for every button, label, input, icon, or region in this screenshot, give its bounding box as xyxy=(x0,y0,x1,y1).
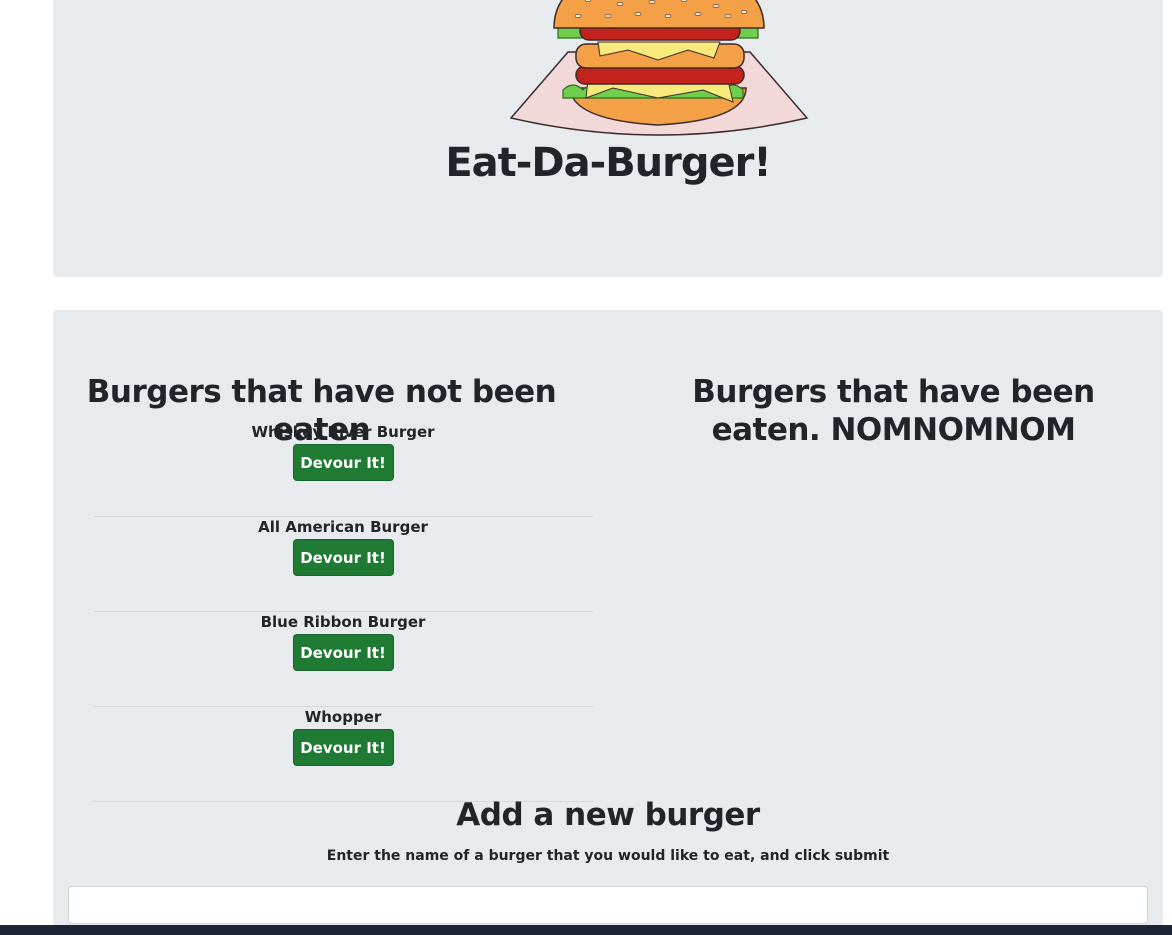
burger-name: Blue Ribbon Burger xyxy=(260,613,426,631)
page: Eat-Da-Burger! Burgers that have not bee… xyxy=(0,0,1172,935)
eaten-heading: Burgers that have been eaten. NOMNOMNOM xyxy=(692,374,1095,448)
burger-name: Whiskey River Burger xyxy=(251,423,435,441)
add-burger-instructions: Enter the name of a burger that you woul… xyxy=(326,848,890,864)
list-item: Whiskey River Burger Devour It! xyxy=(93,422,593,517)
page-title: Eat-Da-Burger! xyxy=(445,140,771,186)
main-jumbotron: Burgers that have not been eaten Burgers… xyxy=(53,310,1163,935)
header-jumbotron: Eat-Da-Burger! xyxy=(53,0,1163,277)
burger-icon xyxy=(509,0,809,136)
devour-button[interactable]: Devour It! xyxy=(292,729,394,766)
list-item: All American Burger Devour It! xyxy=(93,517,593,612)
devour-button[interactable]: Devour It! xyxy=(292,634,394,671)
burger-name: Whopper xyxy=(304,708,382,726)
add-burger-heading: Add a new burger xyxy=(456,797,760,833)
os-taskbar xyxy=(0,925,1172,935)
uneaten-burger-list: Whiskey River Burger Devour It! All Amer… xyxy=(93,422,593,802)
burger-name-input[interactable] xyxy=(68,886,1148,924)
devour-button[interactable]: Devour It! xyxy=(292,444,394,481)
burger-name: All American Burger xyxy=(258,518,428,536)
list-item: Blue Ribbon Burger Devour It! xyxy=(93,612,593,707)
devour-button[interactable]: Devour It! xyxy=(292,539,394,576)
list-item: Whopper Devour It! xyxy=(93,707,593,802)
